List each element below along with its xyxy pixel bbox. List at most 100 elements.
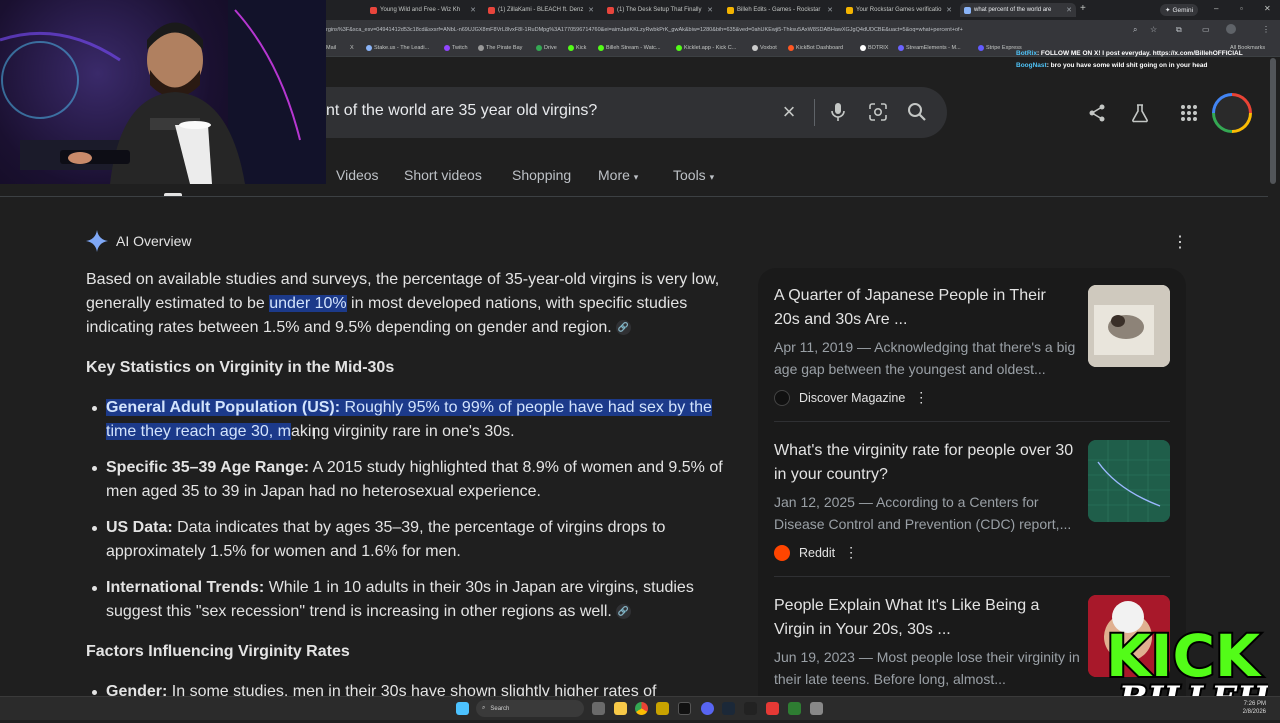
close-tab-icon[interactable]: ✕: [470, 6, 476, 14]
bookmark-item[interactable]: Twitch: [444, 45, 468, 51]
terminal-icon[interactable]: [678, 702, 691, 715]
bookmark-item[interactable]: Stake.us - The Leadi...: [366, 45, 429, 51]
menu-dots-icon[interactable]: ⋮: [1262, 25, 1270, 34]
microphone-icon[interactable]: [828, 101, 848, 123]
taskbar-search[interactable]: ⌕ Search: [476, 700, 584, 717]
clock-date: 2/8/2026: [1242, 709, 1266, 715]
minimize-icon[interactable]: –: [1214, 4, 1218, 13]
source-options-icon[interactable]: ⋮: [844, 544, 858, 561]
search-query[interactable]: nt of the world are 35 year old virgins?: [326, 102, 597, 120]
list-item-label: General Adult Population (US):: [106, 399, 341, 416]
app-icon[interactable]: [766, 702, 779, 715]
source-title[interactable]: People Explain What It's Like Being a Vi…: [774, 594, 1074, 642]
lens-icon[interactable]: [867, 101, 889, 123]
obs-icon[interactable]: [744, 702, 757, 715]
account-avatar[interactable]: [1212, 93, 1252, 133]
close-window-icon[interactable]: ✕: [1264, 4, 1271, 13]
url-text[interactable]: rgins%3F&sca_esv=04941412d53c18cd&sxsrf=…: [326, 27, 1126, 33]
bookmark-star-icon[interactable]: ☆: [1150, 25, 1157, 34]
link-icon[interactable]: 🔗: [615, 320, 631, 335]
system-clock[interactable]: 7:26 PM 2/8/2026: [1243, 700, 1266, 716]
source-site[interactable]: Discover Magazine ⋮: [774, 389, 928, 406]
source-options-icon[interactable]: ⋮: [914, 389, 928, 406]
browser-tab[interactable]: Your Rockstar Games verificatio ✕: [842, 3, 956, 17]
source-site[interactable]: Reddit ⋮: [774, 544, 858, 561]
google-icon: [964, 6, 971, 14]
bookmark-label: Mail: [326, 45, 337, 51]
close-tab-icon[interactable]: ✕: [707, 6, 713, 14]
link-icon[interactable]: 🔗: [615, 604, 631, 619]
windows-start-icon[interactable]: [456, 702, 469, 715]
labs-flask-icon[interactable]: [1129, 102, 1151, 124]
close-tab-icon[interactable]: ✕: [1066, 6, 1072, 14]
source-snippet: Jun 19, 2023 — Most people lose their vi…: [774, 649, 1080, 687]
source-thumbnail[interactable]: [1088, 440, 1170, 522]
bookmark-item[interactable]: Kicklet.app - Kick C...: [676, 45, 736, 51]
new-tab-button[interactable]: +: [1080, 3, 1086, 14]
bookmark-item[interactable]: Billeh Stream - Watc...: [598, 45, 661, 51]
bookmark-label: KickBot Dashboard: [796, 45, 844, 51]
extensions-icon[interactable]: ⧉: [1176, 25, 1182, 35]
settings-icon[interactable]: [810, 702, 823, 715]
close-tab-icon[interactable]: ✕: [946, 6, 952, 14]
ai-sparkle-icon: [86, 230, 108, 252]
bookmark-item[interactable]: KickBot Dashboard: [788, 45, 843, 51]
source-title[interactable]: What's the virginity rate for people ove…: [774, 439, 1074, 487]
source-thumbnail[interactable]: [1088, 285, 1170, 367]
more-options-icon[interactable]: ⋮: [1172, 232, 1188, 252]
caret-down-icon: ▾: [633, 172, 639, 182]
rockstar-icon: [727, 6, 734, 14]
browser-tab[interactable]: Billeh Edits - Games - Rockstar ✕: [723, 3, 837, 17]
bookmark-item[interactable]: Kick: [568, 45, 586, 51]
youtube-icon: [607, 6, 614, 14]
bookmark-item[interactable]: Voxbot: [752, 45, 777, 51]
bookmark-item[interactable]: BOTRIX: [860, 45, 888, 51]
gemini-button[interactable]: ✦ Gemini: [1160, 4, 1199, 16]
file-explorer-icon[interactable]: [614, 702, 627, 715]
taskbar: ⌕ Search 7:26 PM 2/8/2026: [0, 696, 1280, 720]
close-tab-icon[interactable]: ✕: [588, 6, 594, 14]
app-icon[interactable]: [656, 702, 669, 715]
search-icon[interactable]: [906, 101, 928, 123]
sidepanel-icon[interactable]: ▭: [1202, 25, 1210, 34]
caret-down-icon: ▾: [709, 172, 715, 182]
list-item: US Data: Data indicates that by ages 35–…: [106, 516, 726, 564]
discover-magazine-icon: [774, 389, 790, 406]
apps-grid-icon[interactable]: [1178, 102, 1200, 124]
steam-icon[interactable]: [722, 702, 735, 715]
tab-tools[interactable]: Tools ▾: [673, 167, 714, 183]
browser-tab[interactable]: (1) ZillaKami - BLEACH ft. Denz ✕: [484, 3, 598, 17]
tab-more[interactable]: More ▾: [598, 167, 638, 183]
bookmark-label: X: [350, 45, 354, 51]
zoom-icon[interactable]: ⌕: [1133, 25, 1137, 35]
task-view-icon[interactable]: [592, 702, 605, 715]
source-divider: [774, 576, 1170, 577]
profile-avatar[interactable]: [1226, 24, 1236, 34]
maximize-icon[interactable]: ▫: [1240, 4, 1243, 13]
bookmark-item[interactable]: X: [350, 45, 354, 51]
sparkle-icon: ✦: [1165, 7, 1171, 14]
tab-short-videos[interactable]: Short videos: [404, 167, 482, 183]
share-icon[interactable]: [1086, 102, 1108, 124]
botrix-icon: [860, 45, 866, 51]
browser-tab[interactable]: Young Wild and Free - Wiz Kh ✕: [366, 3, 480, 17]
bookmark-item[interactable]: Drive: [536, 45, 557, 51]
close-tab-icon[interactable]: ✕: [827, 6, 833, 14]
page-scrollbar[interactable]: [1270, 58, 1276, 184]
bookmark-item[interactable]: The Pirate Bay: [478, 45, 522, 51]
text-cursor-icon: I: [312, 426, 317, 443]
browser-tab-active[interactable]: what percent of the world are ✕: [960, 3, 1076, 17]
rockstar-icon: [846, 6, 853, 14]
chat-line: BoogNast: bro you have some wild shit go…: [1016, 62, 1207, 69]
clear-search-icon[interactable]: ×: [778, 99, 800, 124]
bookmark-item[interactable]: Mail: [326, 45, 336, 51]
bookmark-item[interactable]: StreamElements - M...: [898, 45, 961, 51]
tab-videos[interactable]: Videos: [336, 167, 379, 183]
source-title[interactable]: A Quarter of Japanese People in Their 20…: [774, 284, 1074, 332]
app-icon[interactable]: [788, 702, 801, 715]
discord-icon[interactable]: [701, 702, 714, 715]
browser-tab[interactable]: (1) The Desk Setup That Finally ✕: [603, 3, 717, 17]
section-heading: Key Statistics on Virginity in the Mid-3…: [86, 359, 395, 376]
chrome-icon[interactable]: [635, 702, 648, 715]
tab-shopping[interactable]: Shopping: [512, 167, 571, 183]
